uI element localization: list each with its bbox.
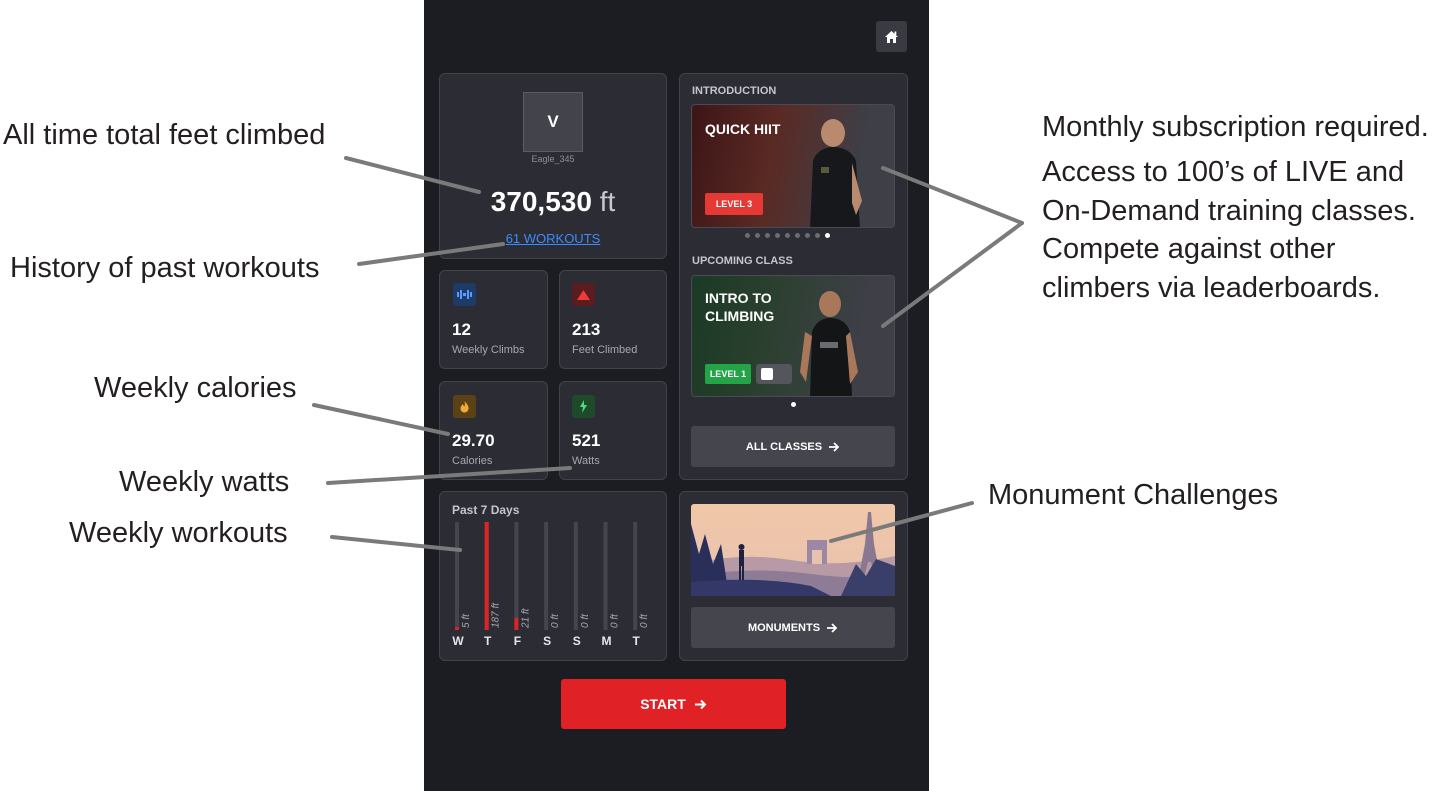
start-button[interactable]: START	[561, 679, 786, 729]
total-feet-value: 370,530	[490, 186, 592, 217]
intro-to-climbing-title: INTRO TO CLIMBING	[705, 289, 774, 325]
watts-label: Watts	[572, 455, 600, 467]
bar	[514, 617, 519, 630]
workouts-history-link[interactable]: 61 WORKOUTS	[440, 231, 666, 246]
annotation-subscription-4: Compete against other	[1042, 233, 1336, 265]
quick-hiit-class-card[interactable]: QUICK HIIT LEVEL 3	[691, 104, 895, 228]
weekly-climbs-value: 12	[452, 320, 471, 339]
bar-value-label: 0 ft	[639, 613, 650, 628]
carousel-dot[interactable]	[791, 402, 796, 407]
bars-icon	[453, 283, 476, 306]
day-tick-label: W	[452, 634, 464, 648]
bar-value-label: 0 ft	[610, 613, 621, 628]
intro-to-climbing-title-line1: INTRO TO	[705, 290, 772, 306]
annotation-workouts: Weekly workouts	[69, 517, 288, 549]
level-3-badge: LEVEL 3	[705, 193, 763, 215]
bar-value-label: 5 ft	[461, 613, 472, 628]
day-tick-label: M	[602, 634, 612, 648]
total-feet-unit: ft	[599, 186, 616, 217]
annotation-subscription-1: Monthly subscription required.	[1042, 111, 1429, 143]
annotation-calories: Weekly calories	[94, 372, 297, 404]
carousel-dot[interactable]	[775, 233, 780, 238]
annotation-history: History of past workouts	[10, 252, 320, 284]
day-tick-label: T	[633, 634, 641, 648]
carousel-dot[interactable]	[825, 233, 830, 238]
day-tick-label: S	[573, 634, 581, 648]
calories-label: Calories	[452, 455, 493, 467]
feet-climbed-label: Feet Climbed	[572, 344, 638, 356]
bar	[455, 627, 459, 630]
carousel-dot[interactable]	[745, 233, 750, 238]
carousel-dots-intro[interactable]	[745, 233, 830, 238]
all-classes-button[interactable]: ALL CLASSES	[691, 426, 895, 467]
carousel-dot[interactable]	[765, 233, 770, 238]
upcoming-class-label: UPCOMING CLASS	[692, 255, 793, 267]
home-icon	[885, 30, 898, 43]
class-toggle-knob	[761, 368, 773, 380]
day-tick-label: F	[514, 634, 521, 648]
avatar[interactable]: V	[523, 92, 583, 152]
day-tick-label: T	[484, 634, 492, 648]
bar-value-label: 0 ft	[550, 613, 561, 628]
mountain-icon	[572, 283, 595, 306]
annotation-subscription-3: On-Demand training classes.	[1042, 195, 1416, 227]
introduction-label: INTRODUCTION	[692, 85, 777, 97]
all-classes-label: ALL CLASSES	[745, 440, 823, 453]
quick-hiit-title: QUICK HIIT	[705, 121, 781, 137]
arrow-right-icon	[829, 441, 840, 452]
carousel-dot[interactable]	[795, 233, 800, 238]
bolt-icon	[572, 395, 595, 418]
carousel-dots-upcoming[interactable]	[791, 402, 796, 407]
bar-track	[633, 522, 638, 630]
total-feet-climbed: 370,530 ft	[440, 186, 666, 218]
flame-icon	[453, 395, 476, 418]
annotation-subscription-5: climbers via leaderboards.	[1042, 272, 1381, 304]
level-1-badge: LEVEL 1	[705, 364, 751, 384]
bar-track	[573, 522, 578, 630]
username: Eagle_345	[531, 154, 575, 164]
monument-image[interactable]	[691, 504, 895, 596]
bar-track	[603, 522, 608, 630]
arrow-right-icon	[827, 622, 838, 633]
annotation-monuments: Monument Challenges	[988, 479, 1279, 511]
watts-value: 521	[572, 431, 601, 450]
day-tick-label: S	[543, 634, 551, 648]
annotation-subscription-2: Access to 100’s of LIVE and	[1042, 156, 1405, 188]
arrow-right-icon	[694, 699, 707, 709]
bar-track	[455, 522, 459, 630]
annotation-total-feet: All time total feet climbed	[3, 119, 326, 151]
monuments-label: MONUMENTS	[747, 621, 821, 634]
bar-track	[514, 522, 519, 630]
carousel-dot[interactable]	[785, 233, 790, 238]
bar-value-label: 0 ft	[580, 613, 591, 628]
home-button[interactable]	[876, 21, 907, 52]
carousel-dot[interactable]	[815, 233, 820, 238]
start-label: START	[640, 696, 686, 712]
monuments-button[interactable]: MONUMENTS	[691, 607, 895, 648]
weekly-bar-chart: 5 ft W 187 ft T 21 ft F 0 ft S 0 ft S 0 ft M 0 ft T	[452, 522, 650, 648]
bar-value-label: 21 ft	[520, 607, 531, 629]
annotation-watts: Weekly watts	[119, 466, 290, 498]
eiffel-landscape-image	[691, 504, 895, 596]
feet-climbed-value: 213	[572, 320, 601, 339]
carousel-dot[interactable]	[755, 233, 760, 238]
intro-to-climbing-class-card[interactable]: INTRO TO CLIMBING LEVEL 1	[691, 275, 895, 397]
carousel-dot[interactable]	[805, 233, 810, 238]
calories-value: 29.70	[452, 431, 495, 450]
bar-track	[544, 522, 549, 630]
bar	[484, 522, 489, 630]
class-toggle[interactable]	[756, 364, 792, 384]
intro-to-climbing-title-line2: CLIMBING	[705, 308, 775, 324]
weekly-climbs-label: Weekly Climbs	[452, 344, 525, 356]
bar-value-label: 187 ft	[491, 602, 502, 628]
